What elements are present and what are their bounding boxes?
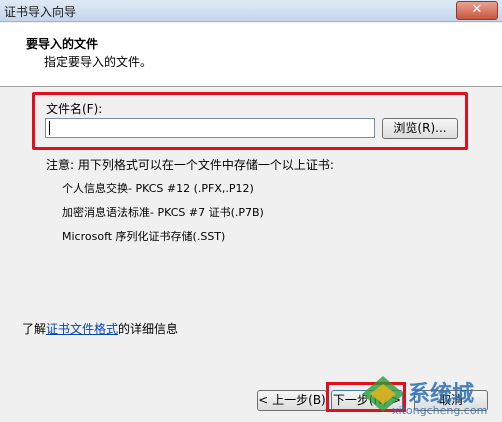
watermark-logo: 系统城 xitongcheng.com: [360, 370, 500, 422]
page-subtitle: 指定要导入的文件。: [44, 55, 153, 69]
cert-format-link[interactable]: 证书文件格式: [46, 322, 118, 336]
browse-button[interactable]: 浏览(R)...: [382, 118, 458, 139]
window-title: 证书导入向导: [4, 5, 77, 19]
file-name-input[interactable]: [45, 118, 375, 138]
page-title: 要导入的文件: [26, 37, 99, 51]
format-item-sst: Microsoft 序列化证书存储(.SST): [62, 230, 226, 243]
close-button[interactable]: ✕: [456, 1, 498, 20]
more-info-prefix: 了解: [22, 322, 47, 336]
format-item-pfx: 个人信息交换- PKCS #12 (.PFX,.P12): [62, 182, 254, 195]
format-item-p7b: 加密消息语法标准- PKCS #7 证书(.P7B): [62, 206, 264, 219]
header-panel: 要导入的文件 指定要导入的文件。: [0, 23, 502, 87]
title-bar: 证书导入向导 ✕: [0, 0, 502, 22]
file-name-label: 文件名(F):: [46, 102, 103, 116]
close-icon: ✕: [471, 2, 483, 17]
more-info-text: 了解证书文件格式的详细信息: [22, 320, 178, 337]
format-note: 注意: 用下列格式可以在一个文件中存储一个以上证书:: [46, 158, 334, 172]
text-caret: [49, 120, 50, 135]
wizard-body: 文件名(F): 浏览(R)... 注意: 用下列格式可以在一个文件中存储一个以上…: [0, 88, 502, 422]
more-info-suffix: 的详细信息: [118, 322, 179, 336]
watermark-url: xitongcheng.com: [392, 404, 488, 417]
back-button[interactable]: < 上一步(B): [257, 390, 327, 411]
